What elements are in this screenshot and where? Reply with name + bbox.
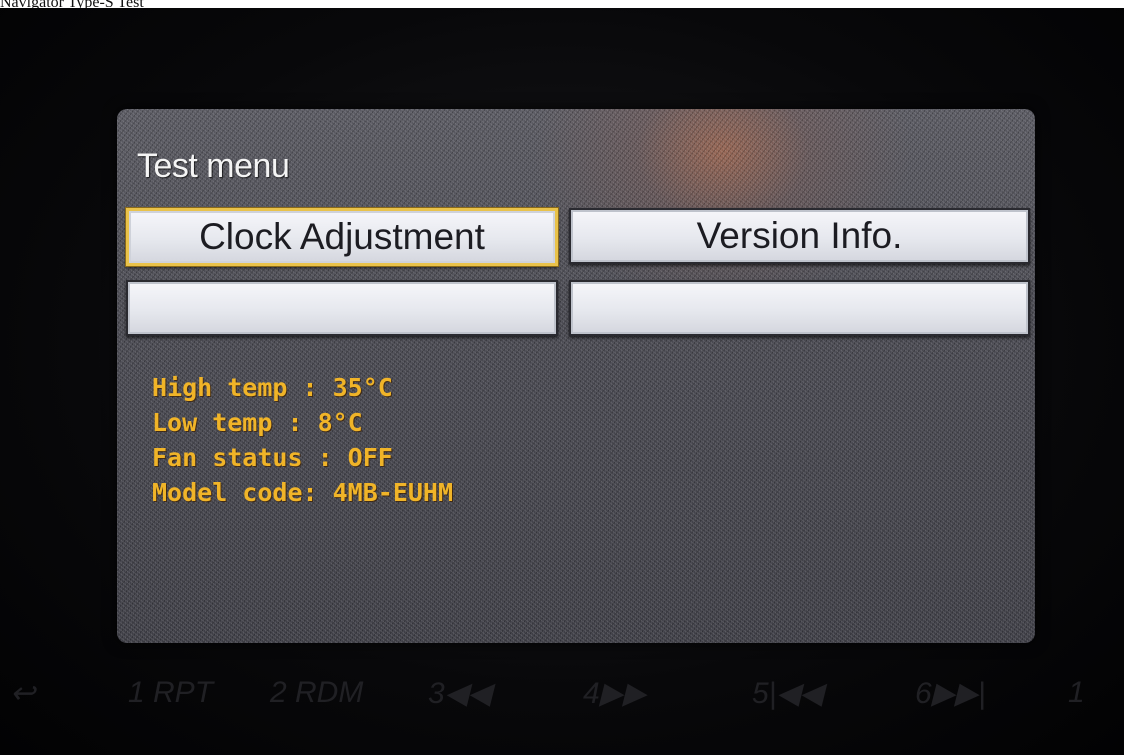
preset-5-prev-track-button[interactable]: 5|◀◀ [752, 676, 823, 711]
preset-2-rdm-button[interactable]: 2 RDM [270, 676, 363, 710]
version-info-button[interactable]: Version Info. [569, 208, 1030, 264]
back-button[interactable]: ↩ [10, 676, 35, 711]
hardware-button-row: ↩ 1 RPT 2 RDM 3◀◀ 4▶▶ 5|◀◀ 6▶▶| 1 [0, 676, 1124, 726]
clock-adjustment-button[interactable]: Clock Adjustment [126, 208, 558, 266]
fan-status-readout: Fan status : OFF [152, 443, 393, 472]
preset-4-forward-button[interactable]: 4▶▶ [583, 676, 646, 711]
preset-1-rpt-button[interactable]: 1 RPT [128, 676, 213, 710]
high-temp-readout: High temp : 35°C [152, 373, 393, 402]
status-info-panel: High temp : 35°C Low temp : 8°C Fan stat… [152, 370, 453, 510]
low-temp-readout: Low temp : 8°C [152, 408, 363, 437]
display-screen: Test menu Clock Adjustment Version Info.… [117, 109, 1035, 643]
preset-3-rewind-button[interactable]: 3◀◀ [428, 676, 491, 711]
head-unit-bezel: Test menu Clock Adjustment Version Info.… [0, 8, 1124, 755]
empty-menu-button-right[interactable] [569, 280, 1030, 336]
preset-6-next-track-button[interactable]: 6▶▶| [915, 676, 986, 711]
model-code-readout: Model code: 4MB-EUHM [152, 478, 454, 507]
empty-menu-button-left[interactable] [126, 280, 558, 336]
menu-title: Test menu [137, 147, 290, 185]
edge-button[interactable]: 1 [1068, 676, 1085, 710]
